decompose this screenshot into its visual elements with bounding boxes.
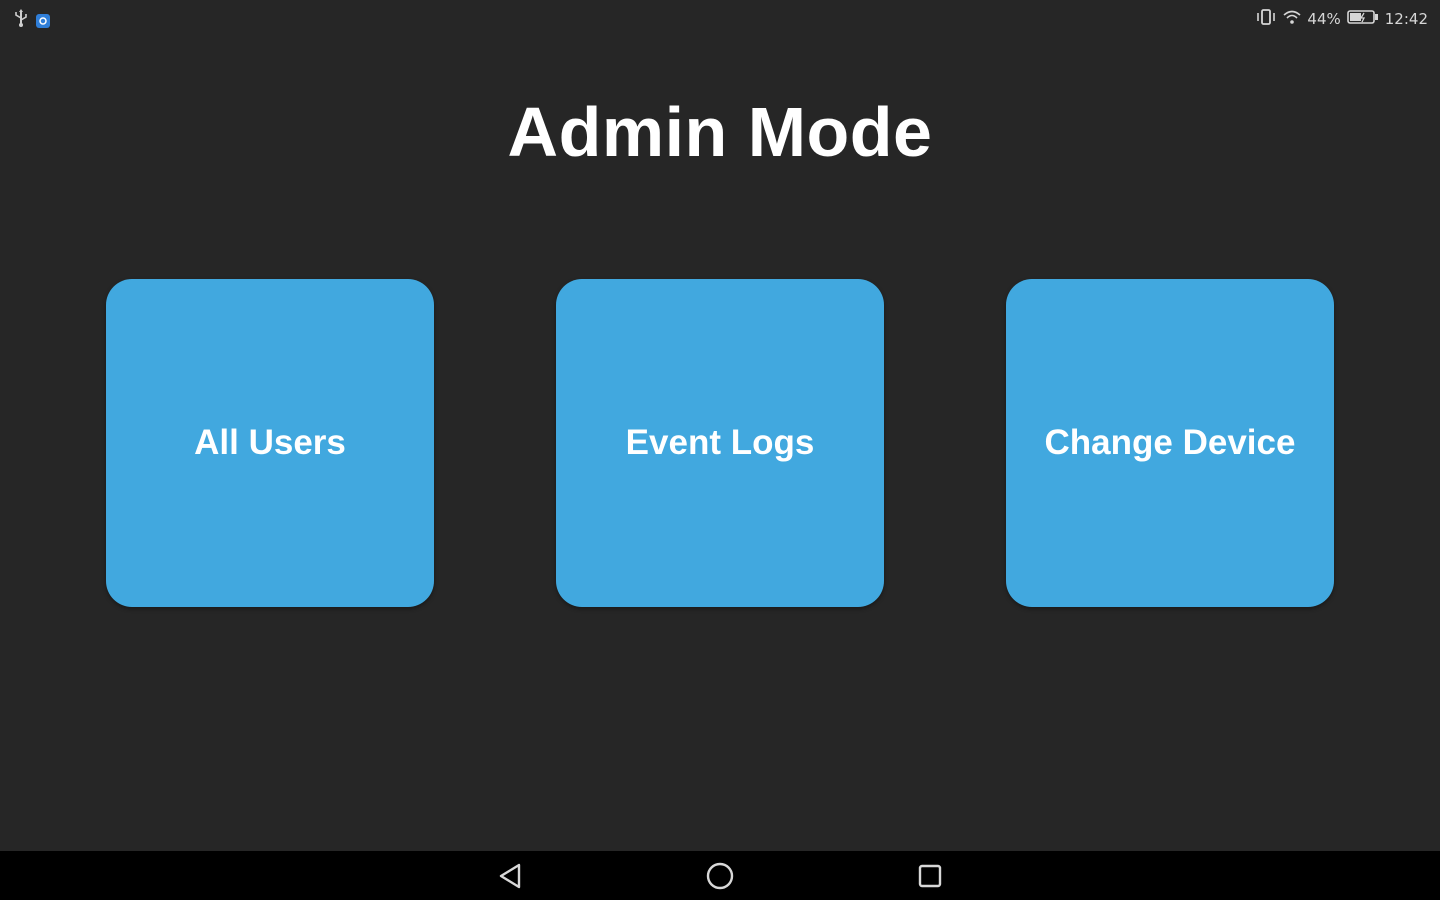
home-icon[interactable] xyxy=(703,859,737,893)
battery-icon xyxy=(1346,9,1379,29)
status-bar-left xyxy=(14,9,50,32)
back-icon[interactable] xyxy=(493,859,527,893)
event-logs-button[interactable]: Event Logs xyxy=(556,279,884,607)
page-title: Admin Mode xyxy=(507,93,933,171)
all-users-label: All Users xyxy=(194,423,346,462)
usb-icon xyxy=(14,9,28,32)
wifi-icon xyxy=(1283,9,1301,29)
navigation-bar xyxy=(0,851,1440,900)
app-notification-icon xyxy=(36,13,50,28)
admin-mode-screen: 44% 12:42 Admin Mode All Users Event Log… xyxy=(0,0,1440,900)
recents-icon[interactable] xyxy=(913,859,947,893)
clock: 12:42 xyxy=(1384,10,1428,28)
change-device-button[interactable]: Change Device xyxy=(1006,279,1334,607)
change-device-label: Change Device xyxy=(1044,423,1296,462)
status-bar-right: 44% 12:42 xyxy=(1255,8,1428,30)
event-logs-label: Event Logs xyxy=(625,423,815,462)
battery-percent: 44% xyxy=(1307,10,1341,28)
vibrate-icon xyxy=(1255,8,1277,30)
status-bar: 44% 12:42 xyxy=(0,0,1440,38)
all-users-button[interactable]: All Users xyxy=(106,279,434,607)
